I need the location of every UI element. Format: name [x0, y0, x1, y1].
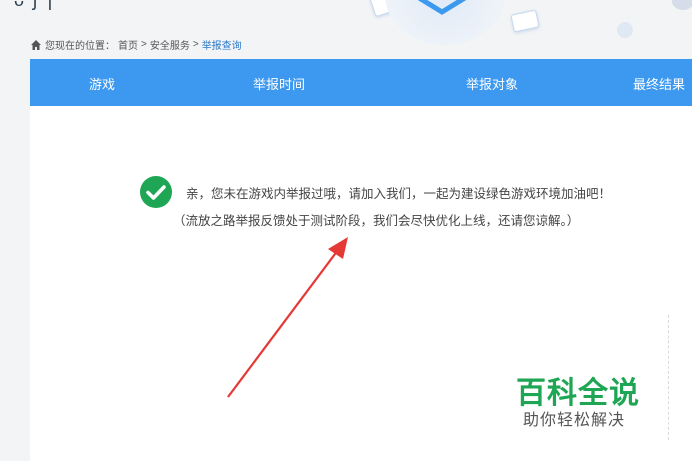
column-header-final-result: 最终结果: [633, 77, 686, 92]
decorative-card-right: [510, 9, 540, 33]
divider: [668, 315, 670, 440]
empty-state-message: 亲，您未在游戏内举报过哦，请加入我们，一起为建设绿色游戏环境加油吧！: [186, 187, 612, 201]
check-icon: [140, 176, 172, 208]
top-banner: ᴗ ʃ ɿ: [0, 0, 692, 45]
column-header-game: 游戏: [89, 77, 116, 92]
decorative-chevron-icon: [417, 0, 467, 15]
decorative-dot: [617, 22, 633, 38]
column-header-report-target: 举报对象: [466, 77, 519, 92]
breadcrumb-separator: >: [141, 39, 147, 50]
home-icon: [31, 39, 41, 50]
site-logo-fragment: ᴗ ʃ ɿ: [14, 0, 55, 10]
column-header-report-time: 举报时间: [253, 77, 306, 92]
decorative-corner: [672, 0, 692, 10]
breadcrumb: 您现在的位置： 首页 > 安全服务 > 举报查询: [30, 37, 242, 52]
breadcrumb-item-current: 举报查询: [201, 41, 242, 52]
breadcrumb-prefix: 您现在的位置：: [45, 41, 115, 52]
breadcrumb-item-home[interactable]: 首页: [118, 37, 138, 52]
watermark-subtitle: 助你轻松解决: [523, 412, 626, 429]
breadcrumb-separator: >: [192, 39, 199, 50]
breadcrumb-item-security[interactable]: 安全服务: [150, 37, 190, 52]
beta-notice: （流放之路举报反馈处于测试阶段，我们会尽快优化上线，还请您谅解。）: [173, 214, 580, 228]
report-table-header: 游戏 举报时间 举报对象 最终结果: [30, 59, 692, 106]
